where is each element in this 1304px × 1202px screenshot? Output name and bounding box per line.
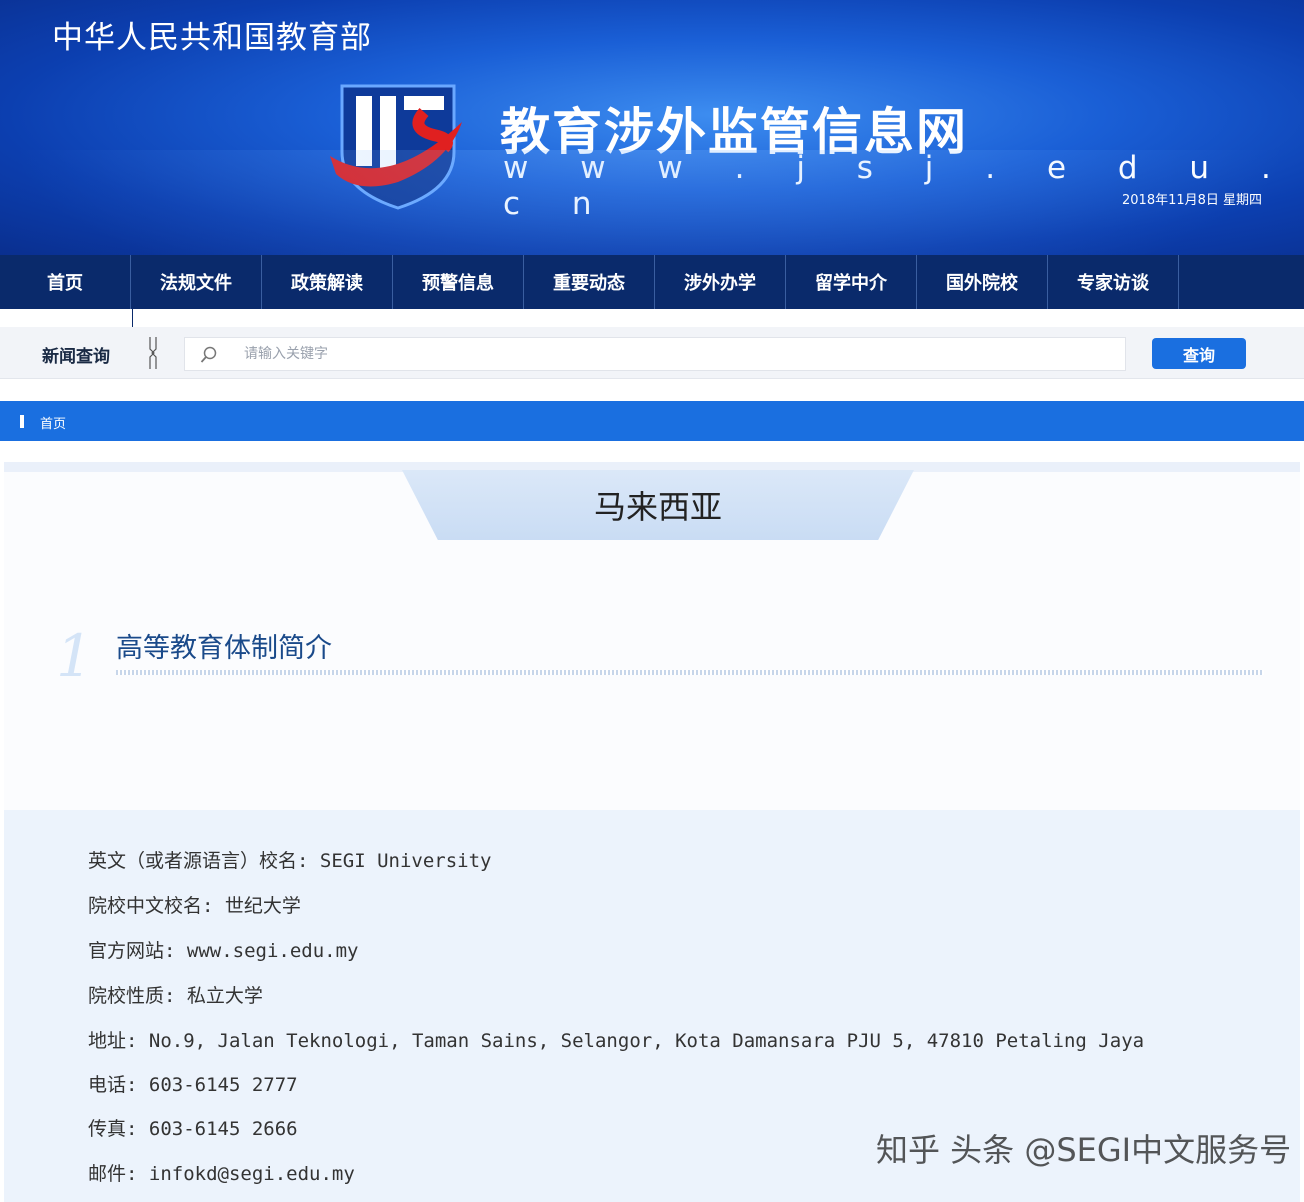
info-email: 邮件: infokd@segi.edu.my — [88, 1163, 355, 1185]
nav-indicator — [132, 309, 133, 327]
content-panel: 马来西亚 1 高等教育体制简介 英文（或者源语言）校名: SEGI Univer… — [4, 462, 1300, 1202]
breadcrumb: 首页 — [0, 401, 1304, 441]
ministry-name: 中华人民共和国教育部 — [52, 20, 372, 56]
site-title: 教育涉外监管信息网 — [500, 102, 968, 161]
jsj-logo-icon — [330, 84, 462, 210]
nav-item-policy[interactable]: 政策解读 — [262, 255, 393, 309]
info-english-name: 英文（或者源语言）校名: SEGI University — [88, 850, 492, 872]
nav-item-alerts[interactable]: 预警信息 — [393, 255, 524, 309]
search-button[interactable]: 查询 — [1152, 338, 1246, 369]
country-title: 马来西亚 — [593, 488, 722, 526]
nav-item-overseas-institutions[interactable]: 国外院校 — [917, 255, 1048, 309]
date-display: 2018年11月8日 星期四 — [1122, 193, 1263, 208]
divider-icon — [149, 337, 157, 369]
info-phone: 电话: 603-6145 2777 — [88, 1074, 298, 1096]
watermark: 知乎 头条 @SEGI中文服务号 — [876, 1131, 1292, 1169]
search-icon — [200, 346, 217, 363]
search-bar: 新闻查询 查询 — [0, 327, 1304, 379]
nav-item-foreign-schools[interactable]: 涉外办学 — [655, 255, 786, 309]
section-number: 1 — [56, 622, 93, 690]
info-address: 地址: No.9, Jalan Teknologi, Taman Sains, … — [88, 1030, 1145, 1052]
nav-item-home[interactable]: 首页 — [0, 255, 131, 309]
nav-item-expert-interviews[interactable]: 专家访谈 — [1048, 255, 1179, 309]
nav-item-news[interactable]: 重要动态 — [524, 255, 655, 309]
section-divider — [116, 670, 1264, 675]
info-website: 官方网站: www.segi.edu.my — [88, 940, 359, 962]
breadcrumb-marker — [20, 415, 24, 428]
site-url: w w w . j s j . e d u . c n — [503, 150, 1292, 222]
main-nav: 首页 法规文件 政策解读 预警信息 重要动态 涉外办学 留学中介 国外院校 专家… — [0, 255, 1304, 309]
breadcrumb-home-link[interactable]: 首页 — [40, 413, 66, 432]
search-input[interactable] — [236, 339, 1116, 369]
header-banner: 中华人民共和国教育部 教育涉外监管信息网 w w w . j s j . e d… — [0, 0, 1304, 255]
info-chinese-name: 院校中文校名: 世纪大学 — [88, 895, 301, 917]
section-title: 高等教育体制简介 — [116, 633, 332, 664]
search-label: 新闻查询 — [42, 347, 110, 367]
nav-item-study-abroad-agency[interactable]: 留学中介 — [786, 255, 917, 309]
nav-item-regulations[interactable]: 法规文件 — [131, 255, 262, 309]
info-school-type: 院校性质: 私立大学 — [88, 985, 263, 1007]
info-fax: 传真: 603-6145 2666 — [88, 1118, 298, 1140]
